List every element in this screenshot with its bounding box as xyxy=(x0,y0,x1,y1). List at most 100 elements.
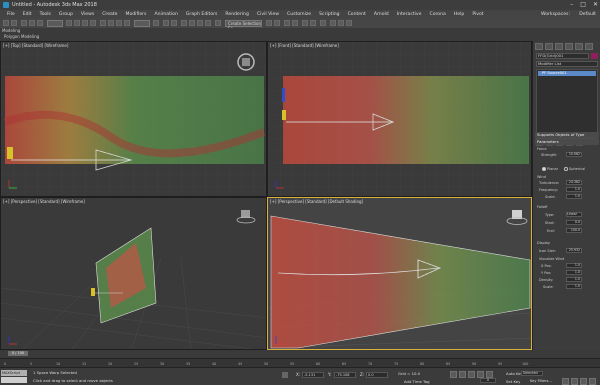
reference-coordinate-dropdown[interactable] xyxy=(134,20,150,27)
modifier-stack[interactable]: PF Source001 xyxy=(536,69,598,139)
z-coord-field[interactable]: 0.0 xyxy=(366,372,388,378)
menu-rendering[interactable]: Rendering xyxy=(221,12,252,17)
scale-icon[interactable] xyxy=(116,20,122,26)
menu-customize[interactable]: Customize xyxy=(283,12,315,17)
maxscript-listener[interactable]: MAXScript Mini xyxy=(1,370,27,381)
spherical-radio[interactable] xyxy=(564,167,568,171)
icon-size-field[interactable]: 25.932 xyxy=(566,248,582,253)
menu-group[interactable]: Group xyxy=(55,12,77,17)
rect-selection-icon[interactable] xyxy=(82,20,88,26)
utilities-tab-icon[interactable] xyxy=(585,43,593,50)
undo-icon[interactable] xyxy=(3,20,9,26)
named-selection-sets-dropdown[interactable]: Create Selection Se xyxy=(225,20,262,31)
y-pos-field[interactable]: 1.0 xyxy=(566,270,582,275)
unlink-icon[interactable] xyxy=(29,20,35,26)
spinner-snap-icon[interactable] xyxy=(205,20,211,26)
menu-pivot[interactable]: Pivot xyxy=(468,12,487,17)
modify-tab-icon[interactable] xyxy=(545,43,553,50)
menu-animation[interactable]: Animation xyxy=(150,12,181,17)
menu-modifiers[interactable]: Modifiers xyxy=(121,12,150,17)
pan-icon[interactable] xyxy=(571,378,578,385)
menu-graph-editors[interactable]: Graph Editors xyxy=(182,12,222,17)
viewport-top[interactable]: [+] [Top] [Standard] [Wireframe] xyxy=(0,41,267,197)
bind-spacewarp-icon[interactable] xyxy=(37,20,43,26)
placement-icon[interactable] xyxy=(124,20,130,26)
modifier-list-dropdown[interactable]: Modifier List xyxy=(536,61,598,67)
previous-frame-icon[interactable] xyxy=(459,371,466,378)
redo-icon[interactable] xyxy=(11,20,17,26)
play-icon[interactable] xyxy=(468,371,475,378)
time-slider-track[interactable]: 0 / 100 xyxy=(0,350,600,358)
falloff-type-dropdown[interactable]: Linear xyxy=(566,212,582,217)
menu-tools[interactable]: Tools xyxy=(36,12,55,17)
curve-editor-icon[interactable] xyxy=(302,20,308,26)
orbit-icon[interactable] xyxy=(580,378,587,385)
render-setup-icon[interactable] xyxy=(330,20,336,26)
viewport-label-front[interactable]: [+] [Front] [Standard] [Wireframe] xyxy=(270,43,339,48)
ribbon-tab-polygon-modeling[interactable]: Polygon Modeling xyxy=(4,34,39,39)
render-production-icon[interactable] xyxy=(346,20,352,26)
time-slider[interactable]: 0 / 100 xyxy=(8,351,28,356)
x-pos-field[interactable]: 1.0 xyxy=(566,263,582,268)
object-name-field[interactable]: FFD(Grid)001 xyxy=(536,53,589,59)
start-field[interactable]: 0.0 xyxy=(566,220,582,225)
rollout-parameters[interactable]: Parameters xyxy=(535,139,599,145)
visualize-wind-checkbox[interactable]: Visualize Wind xyxy=(539,257,564,261)
menu-file[interactable]: File xyxy=(3,12,19,17)
link-icon[interactable] xyxy=(21,20,27,26)
motion-tab-icon[interactable] xyxy=(565,43,573,50)
viewport-label-left[interactable]: [+] [Perspective] [Standard] [Wireframe] xyxy=(3,199,85,204)
menu-help[interactable]: Help xyxy=(450,12,468,17)
maximize-viewport-icon[interactable] xyxy=(589,378,596,385)
rotate-icon[interactable] xyxy=(108,20,114,26)
viewport-left[interactable]: [+] [Perspective] [Standard] [Wireframe] xyxy=(0,197,267,350)
maxscript-input[interactable] xyxy=(1,377,27,383)
create-tab-icon[interactable] xyxy=(535,43,543,50)
turbulence-field[interactable]: 24.362 xyxy=(566,180,582,185)
menu-arnold[interactable]: Arnold xyxy=(370,12,393,17)
strength-field[interactable]: 10.062 xyxy=(566,152,582,157)
maximize-button[interactable]: □ xyxy=(580,1,586,8)
menu-content[interactable]: Content xyxy=(344,12,370,17)
angle-snap-icon[interactable] xyxy=(189,20,195,26)
window-crossing-icon[interactable] xyxy=(90,20,96,26)
viewport-perspective[interactable]: [+] [Perspective] [Standard] [Default Sh… xyxy=(267,197,532,350)
wind-scale-field[interactable]: 1.0 xyxy=(566,284,582,289)
menu-edit[interactable]: Edit xyxy=(19,12,36,17)
material-editor-icon[interactable] xyxy=(320,20,326,26)
align-icon[interactable] xyxy=(274,20,280,26)
mirror-icon[interactable] xyxy=(266,20,272,26)
hierarchy-tab-icon[interactable] xyxy=(555,43,563,50)
go-to-end-icon[interactable] xyxy=(486,371,493,378)
object-color-swatch[interactable] xyxy=(591,53,598,59)
go-to-start-icon[interactable] xyxy=(450,371,457,378)
selection-lock-icon[interactable] xyxy=(282,372,288,378)
menu-views[interactable]: Views xyxy=(77,12,98,17)
planar-radio[interactable] xyxy=(542,167,546,171)
set-key-button[interactable]: Set Key xyxy=(506,379,520,384)
next-frame-icon[interactable] xyxy=(477,371,484,378)
rollout-supports-objects[interactable]: Supports Objects of Type xyxy=(535,132,599,138)
end-field[interactable]: 100.0 xyxy=(566,228,582,233)
add-time-tag[interactable]: Add Time Tag xyxy=(404,379,429,384)
ribbon-tab-modeling[interactable]: Modeling xyxy=(2,28,20,33)
select-manipulate-icon[interactable] xyxy=(163,20,169,26)
workspaces-dropdown[interactable]: Default xyxy=(579,12,596,17)
viewport-front[interactable]: [+] [Front] [Standard] [Wireframe] xyxy=(267,41,532,197)
rendered-frame-window-icon[interactable] xyxy=(338,20,344,26)
move-icon[interactable] xyxy=(100,20,106,26)
frequency-field[interactable]: 1.0 xyxy=(566,187,582,192)
toggle-ribbon-icon[interactable] xyxy=(292,20,298,26)
snaps-toggle-icon[interactable] xyxy=(181,20,187,26)
schematic-view-icon[interactable] xyxy=(310,20,316,26)
modifier-stack-item[interactable]: PF Source001 xyxy=(538,71,596,76)
menu-create[interactable]: Create xyxy=(98,12,121,17)
keyboard-shortcut-icon[interactable] xyxy=(171,20,177,26)
y-coord-field[interactable]: -75.108 xyxy=(334,372,356,378)
menu-scripting[interactable]: Scripting xyxy=(315,12,343,17)
select-by-name-icon[interactable] xyxy=(74,20,80,26)
edit-named-selection-icon[interactable] xyxy=(215,20,221,26)
zoom-icon[interactable] xyxy=(562,378,569,385)
display-tab-icon[interactable] xyxy=(575,43,583,50)
close-button[interactable]: ✕ xyxy=(593,1,598,8)
